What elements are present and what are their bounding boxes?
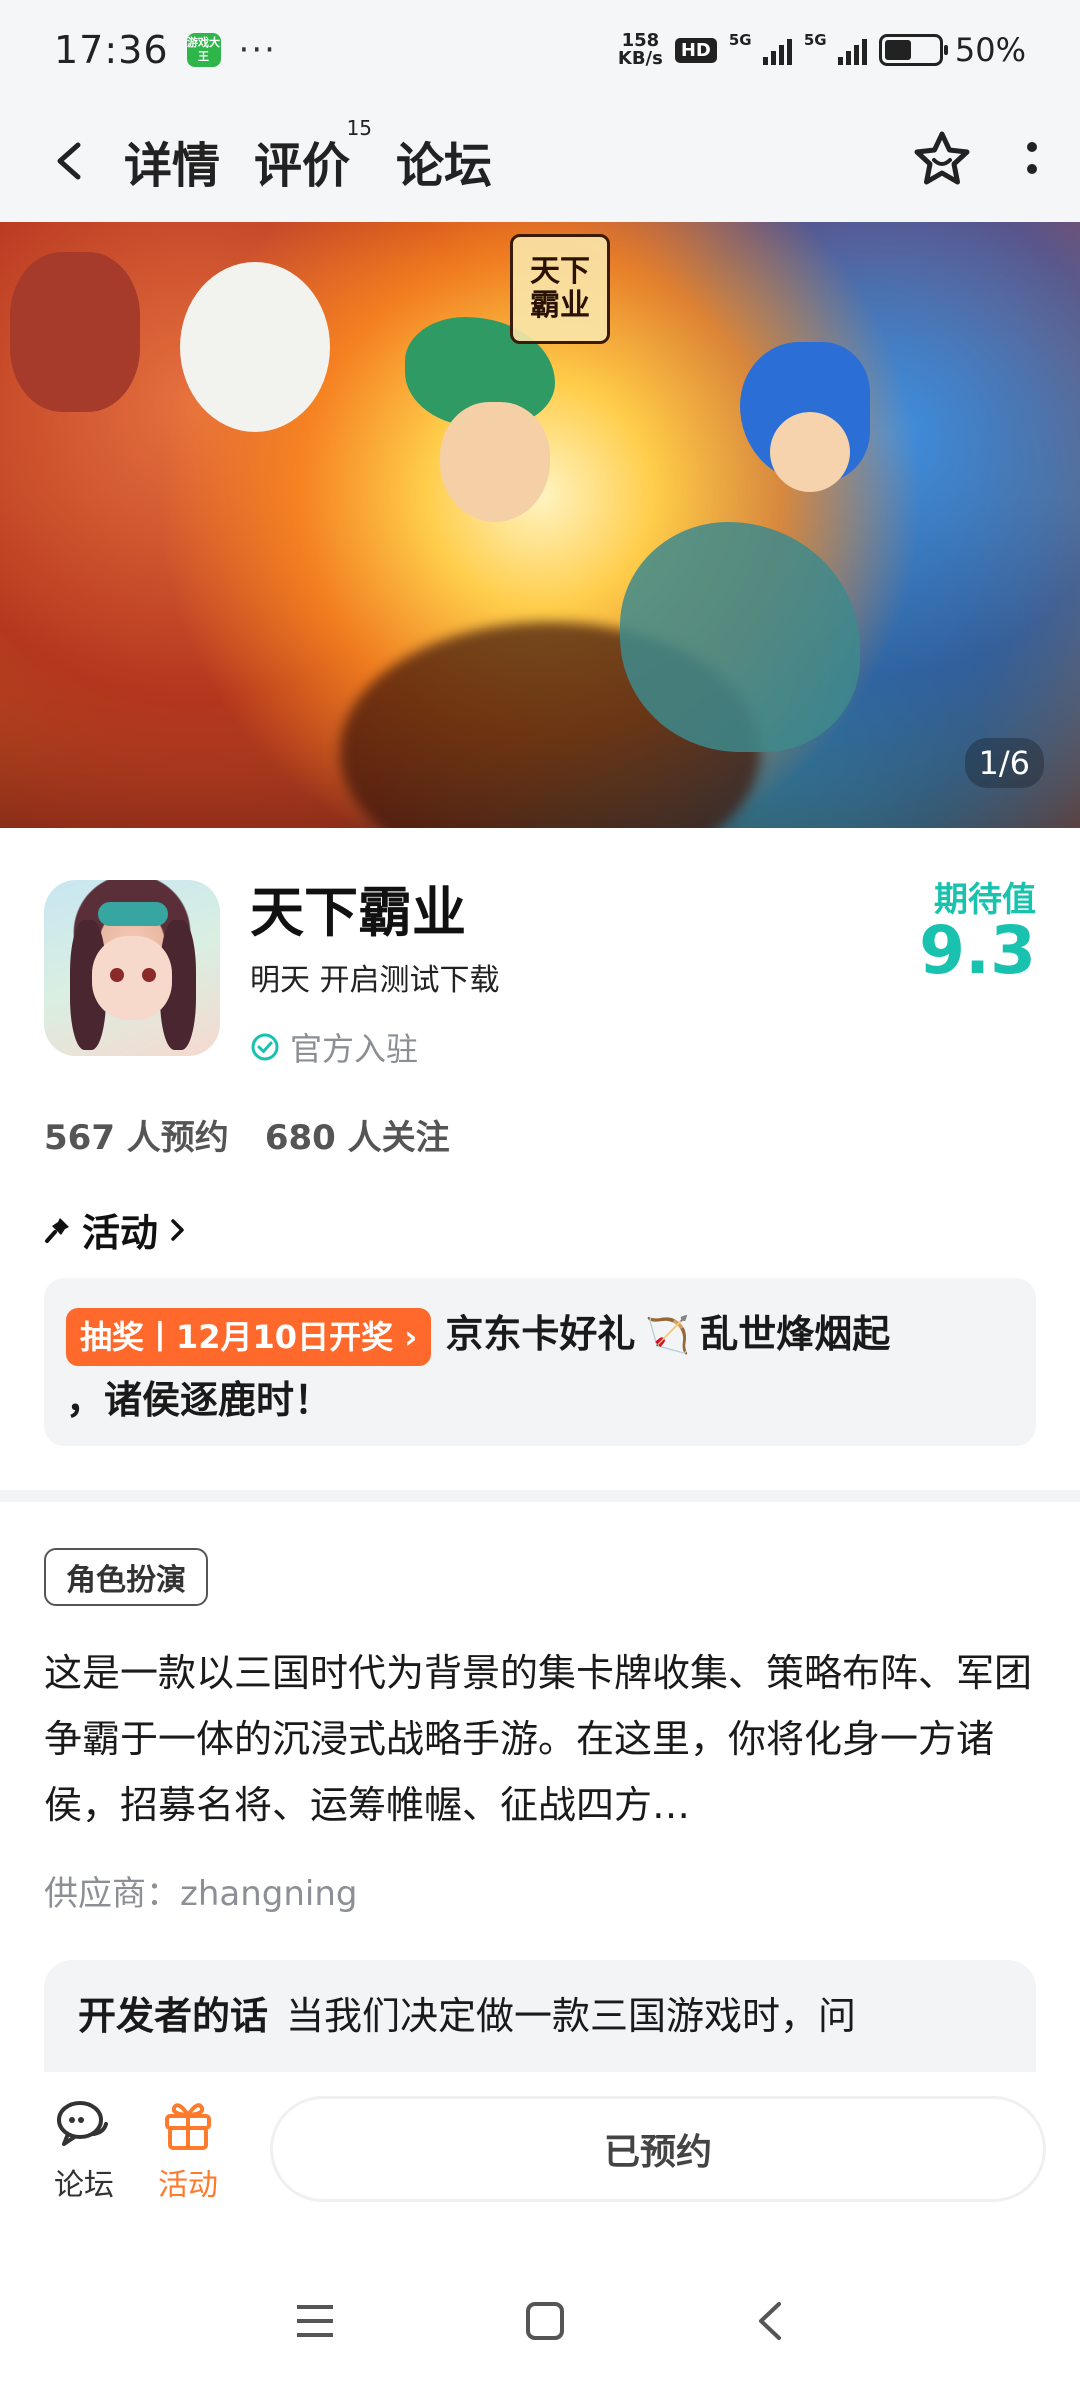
chevron-right-icon: ›	[404, 1317, 418, 1356]
back-icon	[57, 142, 81, 180]
chevron-right-icon	[171, 1218, 184, 1241]
screenshot-carousel[interactable]: 天下 霸业 1/6	[0, 222, 1080, 828]
activity-label: 活动	[158, 2168, 218, 2203]
bow-icon: 🏹	[645, 1315, 691, 1356]
reserved-button[interactable]: 已预约	[270, 2096, 1046, 2202]
banner-art	[180, 262, 330, 432]
genre-tag[interactable]: 角色扮演	[44, 1548, 208, 1606]
status-bar: 17:36 游戏大王 ··· 158 KB/s HD 5G 5G 50%	[0, 0, 1080, 100]
developer-notes-card[interactable]: 开发者的话 当我们决定做一款三国游戏时，问	[44, 1960, 1036, 2072]
network-speed: 158 KB/s	[618, 32, 663, 68]
review-count: 15	[346, 116, 373, 140]
activity-section-header[interactable]: 活动	[44, 1202, 188, 1257]
network-speed-unit: KB/s	[617, 48, 663, 69]
activity-button[interactable]: 活动	[136, 2096, 240, 2204]
signal-icon: 5G	[729, 31, 792, 65]
forum-label: 论坛	[54, 2168, 114, 2203]
pin-icon	[45, 1217, 69, 1243]
bottom-action-bar: 论坛 活动 已预约	[0, 2072, 1080, 2242]
status-indicators: 158 KB/s HD 5G 5G 50%	[618, 31, 1026, 69]
signal-label: 5G	[728, 31, 752, 49]
status-more-icon: ···	[238, 30, 277, 70]
supplier-text: 供应商：zhangning	[44, 1874, 358, 1914]
forum-button[interactable]: 论坛	[32, 2096, 136, 2204]
home-icon[interactable]	[525, 2301, 565, 2341]
banner-art	[440, 402, 550, 522]
activity-card[interactable]: 抽奖丨12月10日开奖 › 京东卡好礼 🏹 乱世烽烟起 ，诸侯逐鹿时！	[44, 1278, 1036, 1446]
more-options-button[interactable]	[1024, 139, 1040, 183]
detail-header: 详情 评价 15 论坛	[0, 100, 1080, 222]
activity-title: 活动	[82, 1211, 159, 1255]
carousel-page-indicator: 1/6	[964, 738, 1044, 788]
game-logo: 天下 霸业	[510, 234, 610, 344]
verified-icon	[251, 1033, 279, 1061]
activity-text: 乱世烽烟起	[700, 1312, 891, 1356]
activity-text: 京东卡好礼	[445, 1312, 636, 1356]
game-logo-text: 天下	[530, 254, 590, 289]
battery-percent: 50%	[954, 31, 1026, 69]
app-subtitle: 明天 开启测试下载	[250, 963, 500, 998]
back-nav-icon[interactable]	[755, 2300, 785, 2342]
signal-label: 5G	[803, 31, 827, 49]
game-app-icon: 游戏大王	[186, 33, 221, 67]
game-description[interactable]: 这是一款以三国时代为背景的集卡牌收集、策略布阵、军团争霸于一体的沉浸式战略手游。…	[44, 1640, 1036, 1838]
system-nav-bar	[0, 2242, 1080, 2400]
stats-row: 567 人预约 680 人关注	[44, 1110, 450, 1159]
lottery-tag-label: 抽奖丨12月10日开奖	[80, 1317, 394, 1356]
reservation-count: 567 人预约	[44, 1118, 229, 1158]
section-divider	[0, 1490, 1080, 1502]
developer-notes-text: 当我们决定做一款三国游戏时，问	[286, 1994, 857, 2038]
tab-details[interactable]: 详情	[121, 126, 223, 196]
follower-count: 680 人关注	[264, 1118, 450, 1158]
banner-art	[770, 412, 850, 492]
activity-text: ，诸侯逐鹿时！	[66, 1378, 333, 1422]
favorite-button[interactable]	[912, 130, 972, 192]
tab-reviews[interactable]: 评价 15	[254, 116, 372, 196]
hd-icon: HD	[674, 37, 717, 63]
lottery-tag: 抽奖丨12月10日开奖 ›	[66, 1307, 432, 1366]
banner-art	[10, 252, 140, 412]
tab-forum[interactable]: 论坛	[396, 126, 492, 196]
signal-icon: 5G	[804, 31, 867, 65]
menu-icon[interactable]	[295, 2303, 335, 2339]
battery-icon	[878, 34, 948, 66]
official-label: 官方入驻	[290, 1030, 419, 1068]
back-button[interactable]	[40, 131, 100, 191]
app-icon	[44, 880, 220, 1056]
expectation-score: 9.3	[919, 912, 1036, 989]
game-logo-text: 霸业	[530, 288, 590, 323]
chat-icon	[57, 2101, 108, 2146]
app-name: 天下霸业	[250, 881, 466, 944]
developer-notes-label: 开发者的话	[78, 1994, 269, 2038]
gift-icon	[165, 2103, 211, 2150]
more-vertical-icon	[1027, 142, 1037, 174]
tab-reviews-label: 评价	[254, 138, 351, 194]
official-badge: 官方入驻	[250, 1024, 418, 1070]
banner-art	[620, 522, 860, 752]
star-icon	[914, 131, 970, 185]
status-time: 17:36	[54, 28, 169, 72]
